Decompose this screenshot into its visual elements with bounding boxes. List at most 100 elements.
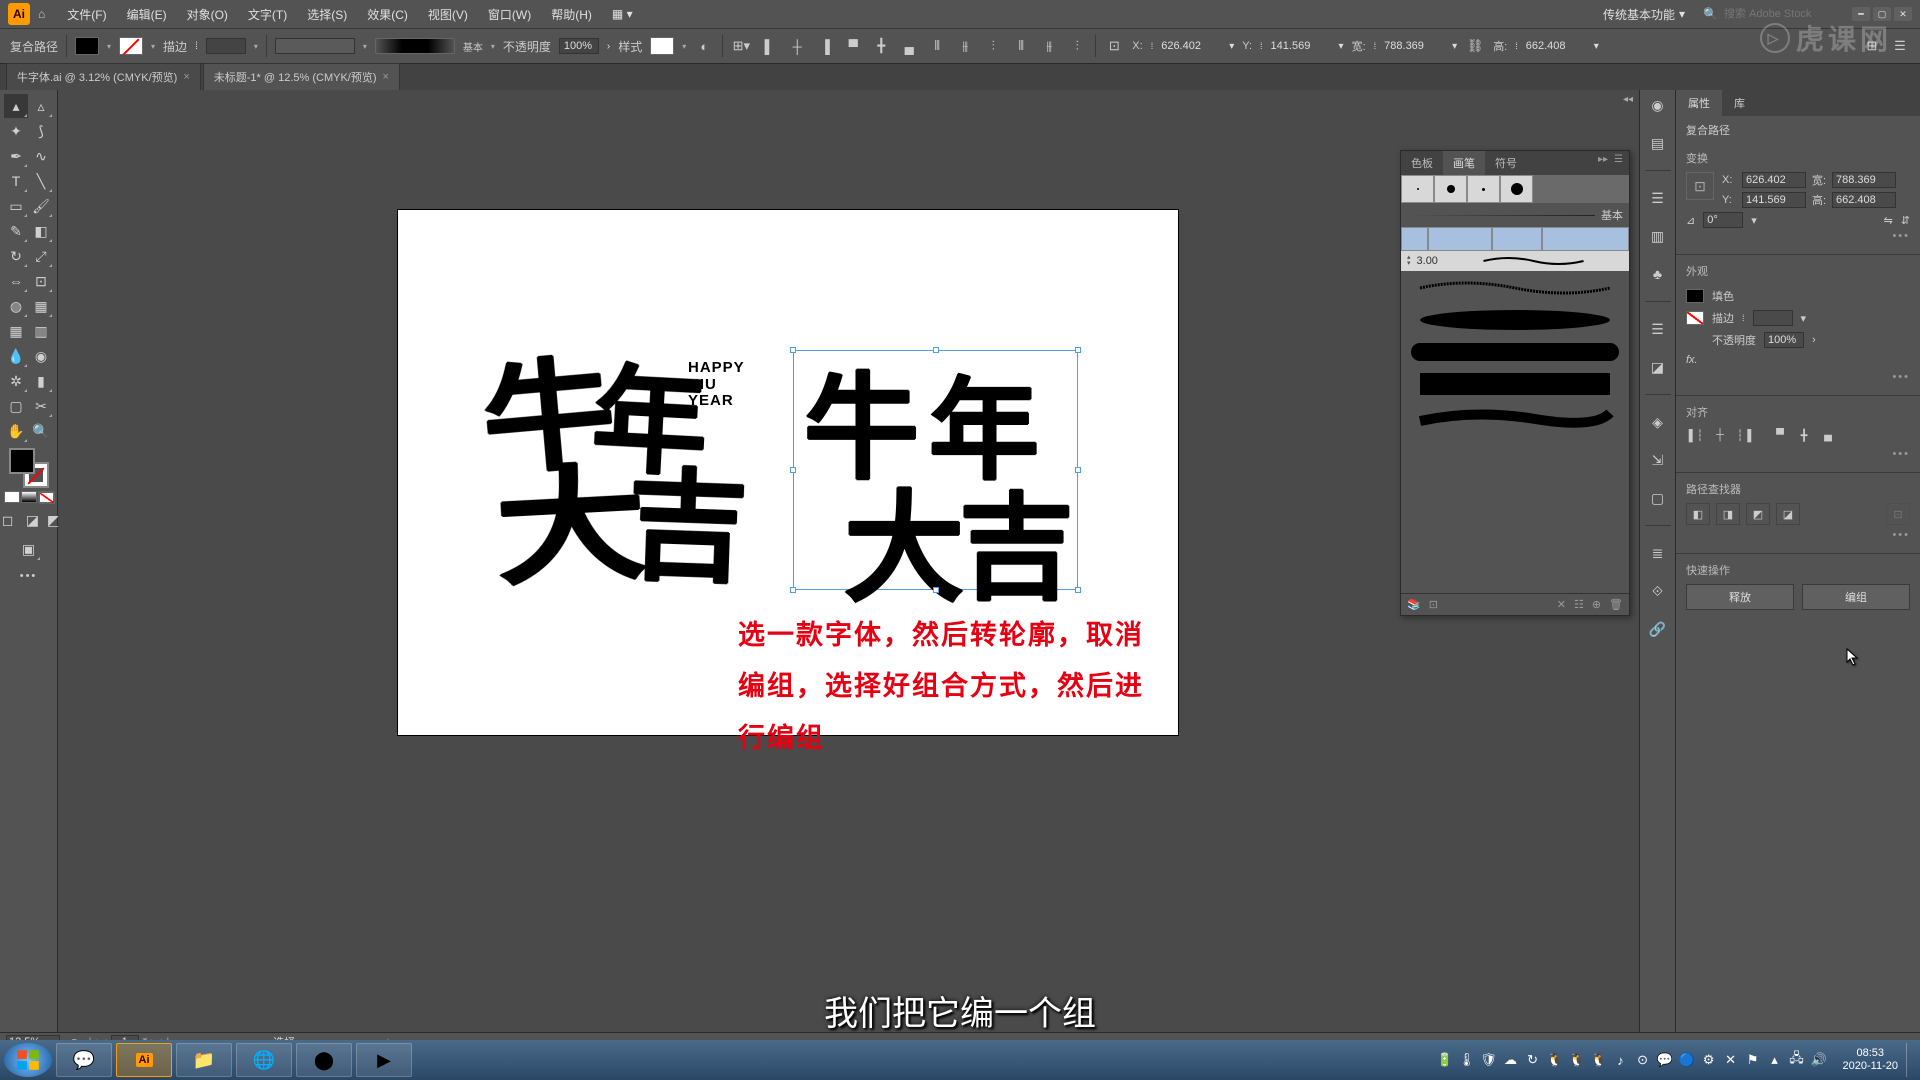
pf-exclude-icon[interactable]: ◪ xyxy=(1776,503,1800,525)
home-icon[interactable]: ⌂ xyxy=(38,7,45,21)
distribute-icon[interactable]: ⫵ xyxy=(1039,36,1059,56)
selection-bounds[interactable]: 牛 年 大 吉 xyxy=(793,350,1078,590)
selection-handle[interactable] xyxy=(933,587,939,593)
fx-label[interactable]: fx. xyxy=(1686,354,1698,366)
selection-handle[interactable] xyxy=(1075,587,1081,593)
taskbar-wechat[interactable]: 💬 xyxy=(56,1043,112,1077)
options-icon[interactable]: ☷ xyxy=(1574,598,1584,611)
chevron-down-icon[interactable]: ▾ xyxy=(151,42,155,51)
document-tab[interactable]: 牛字体.ai @ 3.12% (CMYK/预览) × xyxy=(6,63,201,90)
gradient-panel-icon[interactable]: ▥ xyxy=(1647,225,1669,247)
brush-preview[interactable] xyxy=(375,38,455,54)
align-bottom-icon[interactable]: ▄ xyxy=(1818,426,1838,444)
shape-builder-tool[interactable]: ◍ xyxy=(4,294,28,318)
libraries-tab[interactable]: 库 xyxy=(1722,90,1757,116)
taskbar-browser[interactable]: 🌐 xyxy=(236,1043,292,1077)
menu-select[interactable]: 选择(S) xyxy=(297,6,357,23)
opacity-arrow-icon[interactable]: › xyxy=(1812,334,1816,346)
pf-unite-icon[interactable]: ◧ xyxy=(1686,503,1710,525)
selection-handle[interactable] xyxy=(933,347,939,353)
value-stepper-icon[interactable]: ⁞ xyxy=(1151,41,1154,51)
stroke-weight-input[interactable] xyxy=(1753,310,1793,326)
properties-tab[interactable]: 属性 xyxy=(1676,90,1722,116)
distribute-icon[interactable]: ⫶ xyxy=(983,36,1003,56)
pen-tool[interactable]: ✒ xyxy=(4,144,28,168)
stroke-weight-stepper[interactable]: ⁞ xyxy=(195,41,198,52)
zoom-tool[interactable]: 🔍 xyxy=(29,419,53,443)
distribute-icon[interactable]: ⫴ xyxy=(927,36,947,56)
fill-swatch[interactable] xyxy=(9,448,35,474)
value-stepper-icon[interactable]: ⁞ xyxy=(1260,41,1263,51)
align-vcenter-icon[interactable]: ╋ xyxy=(871,36,891,56)
tray-icon[interactable]: 🔋 xyxy=(1437,1052,1453,1068)
artboards-panel-icon[interactable]: ▢ xyxy=(1647,487,1669,509)
taskbar-explorer[interactable]: 📁 xyxy=(176,1043,232,1077)
selection-handle[interactable] xyxy=(790,467,796,473)
tray-icon[interactable]: ⚑ xyxy=(1745,1052,1761,1068)
scale-tool[interactable]: ⤢ xyxy=(29,244,53,268)
edit-toolbar[interactable]: ••• xyxy=(20,570,38,582)
links-icon[interactable]: 🔗 xyxy=(1647,618,1669,640)
stroke-weight-input[interactable] xyxy=(206,38,246,54)
value-stepper-icon[interactable]: ⁞ xyxy=(1515,41,1518,51)
y-input[interactable] xyxy=(1271,40,1331,52)
curvature-tool[interactable]: ∿ xyxy=(29,144,53,168)
color-guide-icon[interactable]: ▤ xyxy=(1647,132,1669,154)
graph-tool[interactable]: ▮ xyxy=(29,369,53,393)
selection-handle[interactable] xyxy=(1075,347,1081,353)
release-button[interactable]: 释放 xyxy=(1686,584,1794,610)
layers-panel-icon[interactable]: ◈ xyxy=(1647,411,1669,433)
chevron-down-icon[interactable]: ▾ xyxy=(363,42,367,51)
menu-help[interactable]: 帮助(H) xyxy=(541,6,602,23)
asset-export-icon[interactable]: ⇲ xyxy=(1647,449,1669,471)
y-input[interactable] xyxy=(1742,192,1806,208)
brush-dot[interactable] xyxy=(1434,175,1467,203)
stroke-swatch[interactable] xyxy=(1686,311,1704,325)
maximize-button[interactable]: ▢ xyxy=(1873,7,1891,21)
hand-tool[interactable]: ✋ xyxy=(4,419,28,443)
free-transform-tool[interactable]: ⊡ xyxy=(29,269,53,293)
taskbar-obs[interactable]: ⬤ xyxy=(296,1043,352,1077)
magic-wand-tool[interactable]: ✦ xyxy=(4,119,28,143)
transparency-panel-icon[interactable]: ♣ xyxy=(1647,263,1669,285)
chevron-down-icon[interactable]: ▾ xyxy=(1751,214,1757,227)
style-swatch[interactable] xyxy=(650,37,674,55)
align-left-icon[interactable]: ▌┆ xyxy=(1686,426,1706,444)
align-right-icon[interactable]: ┆▐ xyxy=(1734,426,1754,444)
flip-v-icon[interactable]: ⇵ xyxy=(1901,214,1910,227)
workspace-switcher[interactable]: 传统基本功能 ▾ xyxy=(1593,6,1695,23)
perspective-tool[interactable]: ▦ xyxy=(29,294,53,318)
brush-dot[interactable] xyxy=(1401,175,1434,203)
search-input[interactable] xyxy=(1724,8,1834,20)
artboard-tool[interactable]: ▢ xyxy=(4,394,28,418)
line-tool[interactable]: ╲ xyxy=(29,169,53,193)
fill-swatch[interactable] xyxy=(75,37,99,55)
more-options[interactable]: ••• xyxy=(1686,230,1910,242)
link-wh-icon[interactable]: ⛓ xyxy=(1465,36,1485,56)
opacity-input[interactable] xyxy=(1764,332,1804,348)
minimize-button[interactable]: ━ xyxy=(1852,7,1870,21)
swatches-tab[interactable]: 色板 xyxy=(1401,151,1443,175)
h-input[interactable] xyxy=(1526,40,1586,52)
layers-icon[interactable]: ≣ xyxy=(1647,542,1669,564)
opacity-input[interactable] xyxy=(559,38,599,54)
blend-tool[interactable]: ◉ xyxy=(29,344,53,368)
volume-icon[interactable]: 🔊 xyxy=(1811,1052,1827,1068)
show-desktop-button[interactable] xyxy=(1906,1043,1916,1077)
width-tool[interactable]: ⇔ xyxy=(4,269,28,293)
fill-stroke-control[interactable] xyxy=(9,448,49,488)
more-options[interactable]: ••• xyxy=(1686,371,1910,383)
reference-point-icon[interactable]: ⊡ xyxy=(1686,172,1714,200)
brush-dot[interactable] xyxy=(1467,175,1500,203)
network-icon[interactable]: 🖧 xyxy=(1789,1052,1805,1068)
menu-arrange-icon[interactable]: ▦ ▾ xyxy=(602,7,643,21)
pf-intersect-icon[interactable]: ◩ xyxy=(1746,503,1770,525)
distribute-icon[interactable]: ⫶ xyxy=(1067,36,1087,56)
draw-mode-behind[interactable]: ◪ xyxy=(21,508,45,532)
new-brush-icon[interactable]: ⊕ xyxy=(1592,598,1601,611)
align-top-icon[interactable]: ▀ xyxy=(843,36,863,56)
fill-swatch[interactable] xyxy=(1686,289,1704,303)
tray-icon[interactable]: ☁ xyxy=(1503,1052,1519,1068)
align-hcenter-icon[interactable]: ┼ xyxy=(787,36,807,56)
distribute-icon[interactable]: ⫵ xyxy=(955,36,975,56)
